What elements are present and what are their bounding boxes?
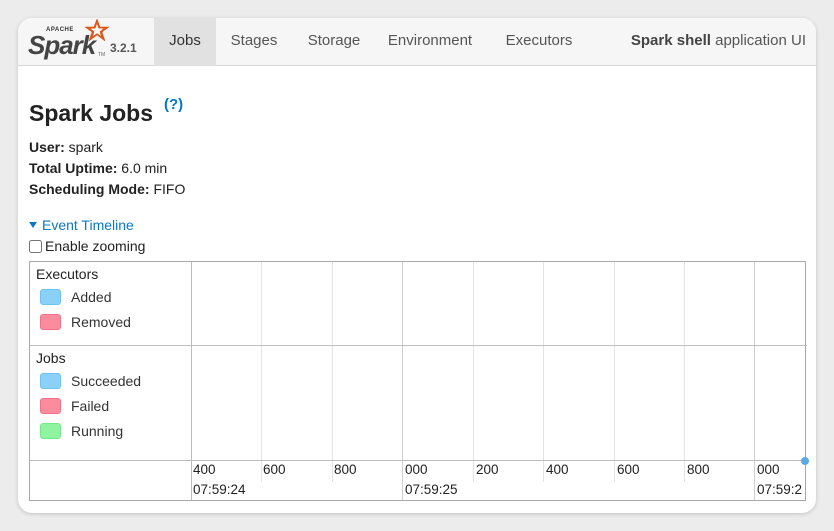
app-title-suffix: application UI — [710, 32, 806, 49]
minor-gridline — [261, 262, 262, 482]
minor-gridline — [614, 262, 615, 482]
legend-label-succeeded: Succeeded — [71, 373, 142, 389]
user-label: User: — [29, 139, 65, 155]
enable-zooming-label: Enable zooming — [45, 238, 146, 254]
event-timeline[interactable]: Executors Added Removed Jobs Succeeded F… — [29, 261, 809, 501]
legend-label-removed: Removed — [71, 314, 131, 330]
event-timeline-toggle[interactable]: Event Timeline — [29, 217, 134, 233]
legend-executor-added: Added — [40, 289, 111, 305]
spark-ui-window: APACHE Spark TM 3.2.1 Jobs Stages Storag… — [18, 18, 816, 513]
help-link[interactable]: (?) — [164, 96, 183, 113]
legend-job-running: Running — [40, 423, 123, 439]
tab-storage[interactable]: Storage — [298, 18, 370, 66]
legend-swatch-failed — [40, 398, 61, 414]
legend-swatch-removed — [40, 314, 61, 330]
minor-gridline — [332, 262, 333, 482]
axis-separator — [30, 460, 807, 461]
spark-logo[interactable]: APACHE Spark TM — [28, 18, 116, 64]
top-navbar: APACHE Spark TM 3.2.1 Jobs Stages Storag… — [18, 18, 816, 66]
spark-star-icon — [84, 18, 110, 42]
tab-stages[interactable]: Stages — [220, 18, 288, 66]
minor-gridline — [543, 262, 544, 482]
tab-environment[interactable]: Environment — [380, 18, 480, 66]
axis-tick-label: 600 — [263, 462, 286, 477]
legend-job-failed: Failed — [40, 398, 109, 414]
user-value: spark — [64, 139, 103, 155]
caret-down-icon — [29, 222, 37, 228]
spark-version: 3.2.1 — [110, 41, 137, 55]
group-separator — [30, 345, 807, 346]
legend-swatch-added — [40, 289, 61, 305]
uptime-label: Total Uptime: — [29, 160, 118, 176]
legend-label-running: Running — [71, 423, 124, 439]
app-title: Spark shell application UI — [631, 18, 806, 66]
logo-trademark: TM — [98, 52, 106, 58]
major-gridline — [754, 262, 755, 500]
legend-job-succeeded: Succeeded — [40, 373, 141, 389]
axis-tick-label: 200 — [476, 462, 499, 477]
major-gridline — [402, 262, 403, 500]
enable-zooming-checkbox[interactable] — [29, 239, 42, 253]
event-timeline-label: Event Timeline — [42, 217, 134, 233]
enable-zooming[interactable]: Enable zooming — [29, 238, 145, 254]
axis-tick-label: 800 — [334, 462, 357, 477]
info-uptime: Total Uptime: 6.0 min — [29, 160, 167, 176]
executors-group-title: Executors — [36, 266, 99, 282]
legend-swatch-succeeded — [40, 373, 61, 389]
page-title: Spark Jobs — [29, 100, 153, 126]
jobs-group-title: Jobs — [36, 350, 66, 366]
legend-swatch-running — [40, 423, 61, 439]
app-name: Spark shell — [630, 32, 711, 49]
legend-label-failed: Failed — [71, 398, 110, 414]
legend-label-added: Added — [71, 289, 112, 305]
legend-executor-removed: Removed — [40, 314, 131, 330]
timeline-current-time-marker — [801, 457, 809, 465]
axis-tick-label: 400 — [193, 462, 216, 477]
axis-tick-label: 800 — [687, 462, 710, 477]
tab-jobs[interactable]: Jobs — [154, 18, 216, 66]
scheduling-mode-value: FIFO — [149, 181, 186, 197]
axis-time-label: 07:59:25 — [405, 482, 458, 497]
info-user: User: spark — [29, 139, 103, 155]
axis-time-label: 07:59:24 — [193, 482, 246, 497]
uptime-value: 6.0 min — [117, 160, 168, 176]
tab-executors[interactable]: Executors — [497, 18, 581, 66]
info-scheduling-mode: Scheduling Mode: FIFO — [29, 181, 185, 197]
axis-tick-label: 400 — [546, 462, 569, 477]
axis-tick-label: 000 — [757, 462, 780, 477]
axis-tick-label: 000 — [405, 462, 428, 477]
scheduling-mode-label: Scheduling Mode: — [29, 181, 150, 197]
axis-time-label: 07:59:2 — [757, 482, 803, 497]
minor-gridline — [684, 262, 685, 482]
axis-tick-label: 600 — [617, 462, 640, 477]
minor-gridline — [473, 262, 474, 482]
